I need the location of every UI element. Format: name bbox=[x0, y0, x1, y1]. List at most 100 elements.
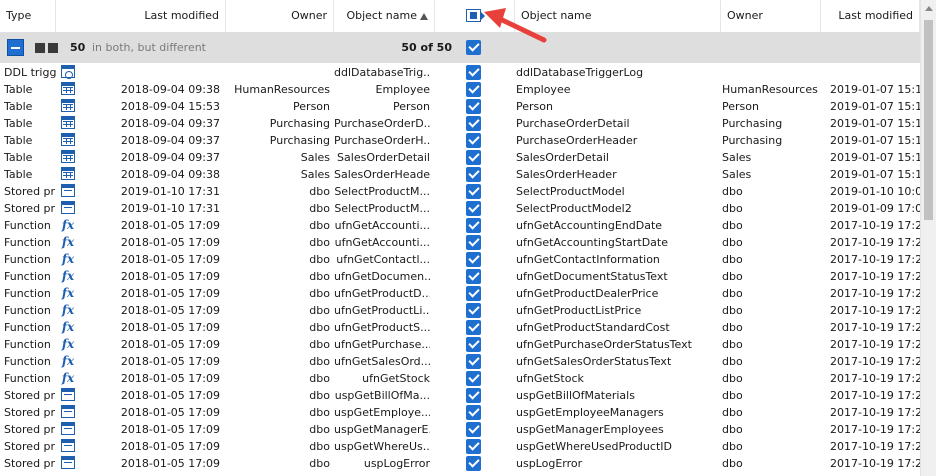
table-row[interactable]: Stored pr 2018-01-05 17:09 dbo uspGetManage… bbox=[0, 421, 920, 438]
right-last-modified-cell: 2017-10-19 17:24 bbox=[830, 423, 920, 436]
include-checkbox[interactable] bbox=[466, 286, 481, 301]
function-icon-glyph: fx bbox=[61, 252, 75, 266]
right-owner-cell: dbo bbox=[722, 253, 743, 266]
table-row[interactable]: Table 2018-09-04 09:38 Sales SalesOrderHead… bbox=[0, 166, 920, 183]
table-row[interactable]: Stored pr 2018-01-05 17:09 dbo uspGetWhereU… bbox=[0, 438, 920, 455]
table-row[interactable]: Function fx 2018-01-05 17:09 dbo ufnGetProdu… bbox=[0, 285, 920, 302]
object-type-cell: Table bbox=[4, 151, 33, 164]
include-checkbox[interactable] bbox=[466, 184, 481, 199]
include-checkbox[interactable] bbox=[466, 150, 481, 165]
include-checkbox[interactable] bbox=[466, 422, 481, 437]
function-icon: fx bbox=[61, 269, 75, 283]
include-checkbox[interactable] bbox=[466, 65, 481, 80]
include-checkbox[interactable] bbox=[466, 303, 481, 318]
include-checkbox[interactable] bbox=[466, 456, 481, 471]
scroll-up-icon[interactable] bbox=[925, 6, 933, 11]
vertical-scrollbar[interactable] bbox=[920, 0, 936, 476]
table-row[interactable]: DDL trigg ddlDatabaseTrig... ddlDatabaseTr… bbox=[0, 64, 920, 81]
include-checkbox[interactable] bbox=[466, 269, 481, 284]
include-checkbox[interactable] bbox=[466, 133, 481, 148]
left-object-name-cell: uspGetBillOfMa... bbox=[334, 389, 430, 402]
table-row[interactable]: Stored pr 2019-01-10 17:31 dbo SelectProduc… bbox=[0, 183, 920, 200]
table-row[interactable]: Table 2018-09-04 09:38 HumanResources Emplo… bbox=[0, 81, 920, 98]
function-icon-glyph: fx bbox=[61, 235, 75, 249]
include-checkbox[interactable] bbox=[466, 337, 481, 352]
right-last-modified-cell: 2017-10-19 17:24 bbox=[830, 236, 920, 249]
include-checkbox[interactable] bbox=[466, 388, 481, 403]
left-object-square-icon bbox=[35, 43, 45, 53]
column-header-owner-right[interactable]: Owner bbox=[721, 0, 821, 32]
group-include-checkbox[interactable] bbox=[466, 40, 481, 55]
table-icon bbox=[61, 150, 75, 164]
include-checkbox[interactable] bbox=[466, 167, 481, 182]
table-row[interactable]: Function fx 2018-01-05 17:09 dbo ufnGetStock… bbox=[0, 370, 920, 387]
left-owner-cell: Person bbox=[293, 100, 330, 113]
table-row[interactable]: Function fx 2018-01-05 17:09 dbo ufnGetProdu… bbox=[0, 302, 920, 319]
right-owner-cell: dbo bbox=[722, 270, 743, 283]
group-header-row[interactable]: 50 in both, but different 50 of 50 bbox=[0, 33, 920, 63]
include-checkbox[interactable] bbox=[466, 405, 481, 420]
left-owner-cell: dbo bbox=[309, 457, 330, 470]
object-type-cell: Function bbox=[4, 270, 51, 283]
table-row[interactable]: Table 2018-09-04 15:53 Person Person Person P… bbox=[0, 98, 920, 115]
stored-procedure-icon-glyph bbox=[61, 422, 75, 435]
table-row[interactable]: Function fx 2018-01-05 17:09 dbo ufnGetAccou… bbox=[0, 217, 920, 234]
left-owner-cell: dbo bbox=[309, 372, 330, 385]
table-row[interactable]: Function fx 2018-01-05 17:09 dbo ufnGetSales… bbox=[0, 353, 920, 370]
include-checkbox[interactable] bbox=[466, 99, 481, 114]
column-header-object-name-left[interactable]: Object name bbox=[334, 0, 435, 32]
right-object-name-cell: PurchaseOrderHeader bbox=[516, 134, 638, 147]
include-checkbox[interactable] bbox=[466, 354, 481, 369]
table-row[interactable]: Function fx 2018-01-05 17:09 dbo ufnGetAccou… bbox=[0, 234, 920, 251]
stored-procedure-icon-glyph bbox=[61, 388, 75, 401]
function-icon: fx bbox=[61, 218, 75, 232]
left-owner-cell: dbo bbox=[309, 236, 330, 249]
function-icon: fx bbox=[61, 354, 75, 368]
include-checkbox[interactable] bbox=[466, 320, 481, 335]
table-row[interactable]: Stored pr 2018-01-05 17:09 dbo uspLogError u… bbox=[0, 455, 920, 472]
right-last-modified-cell: 2017-10-19 17:24 bbox=[830, 287, 920, 300]
column-header-type[interactable]: Type bbox=[0, 0, 56, 32]
table-row[interactable]: Table 2018-09-04 09:37 Purchasing PurchaseO… bbox=[0, 115, 920, 132]
table-row[interactable]: Function fx 2018-01-05 17:09 dbo ufnGetDocum… bbox=[0, 268, 920, 285]
right-owner-cell bbox=[722, 64, 822, 81]
include-checkbox[interactable] bbox=[466, 116, 481, 131]
include-checkbox[interactable] bbox=[466, 371, 481, 386]
left-object-name-cell: ufnGetProductD... bbox=[334, 287, 430, 300]
table-row[interactable]: Stored pr 2018-01-05 17:09 dbo uspGetEmploy… bbox=[0, 404, 920, 421]
select-all-checkbox[interactable] bbox=[466, 9, 485, 22]
include-checkbox[interactable] bbox=[466, 439, 481, 454]
stored-procedure-icon-glyph bbox=[61, 201, 75, 214]
table-row[interactable]: Table 2018-09-04 09:37 Sales SalesOrderDeta… bbox=[0, 149, 920, 166]
include-checkbox[interactable] bbox=[466, 82, 481, 97]
left-owner-cell: dbo bbox=[309, 406, 330, 419]
table-row[interactable]: Function fx 2018-01-05 17:09 dbo ufnGetProdu… bbox=[0, 319, 920, 336]
table-row[interactable]: Function fx 2018-01-05 17:09 dbo ufnGetPurch… bbox=[0, 336, 920, 353]
table-row[interactable]: Stored pr 2019-01-10 17:31 dbo SelectProduc… bbox=[0, 200, 920, 217]
function-icon: fx bbox=[61, 337, 75, 351]
object-type-cell: Stored pr bbox=[4, 440, 56, 453]
group-description: in both, but different bbox=[92, 41, 206, 54]
column-header-last-modified-right[interactable]: Last modified bbox=[821, 0, 920, 32]
scrollbar-thumb[interactable] bbox=[924, 20, 933, 220]
include-checkbox[interactable] bbox=[466, 201, 481, 216]
collapse-group-button[interactable] bbox=[7, 39, 24, 56]
left-object-name-cell: ufnGetAccounti... bbox=[334, 219, 430, 232]
table-row[interactable]: Function fx 2018-01-05 17:09 dbo ufnGetConta… bbox=[0, 251, 920, 268]
object-type-cell: Stored pr bbox=[4, 202, 56, 215]
include-checkbox[interactable] bbox=[466, 218, 481, 233]
left-last-modified-cell: 2019-01-10 17:31 bbox=[120, 185, 220, 198]
right-owner-cell: dbo bbox=[722, 321, 743, 334]
left-last-modified-cell: 2018-01-05 17:09 bbox=[120, 304, 220, 317]
include-checkbox[interactable] bbox=[466, 252, 481, 267]
right-last-modified-cell: 2017-10-19 17:24 bbox=[830, 321, 920, 334]
include-checkbox[interactable] bbox=[466, 235, 481, 250]
column-header-owner-left[interactable]: Owner bbox=[226, 0, 334, 32]
column-header-type-label: Type bbox=[6, 9, 32, 22]
left-object-name-cell: ufnGetSalesOrd... bbox=[334, 355, 430, 368]
table-row[interactable]: Stored pr 2018-01-05 17:09 dbo uspGetBillOf… bbox=[0, 387, 920, 404]
right-owner-cell: Sales bbox=[722, 168, 752, 181]
column-header-last-modified-left[interactable]: Last modified bbox=[56, 0, 226, 32]
right-last-modified-cell: 2019-01-09 17:01 bbox=[830, 202, 920, 215]
table-row[interactable]: Table 2018-09-04 09:37 Purchasing PurchaseO… bbox=[0, 132, 920, 149]
